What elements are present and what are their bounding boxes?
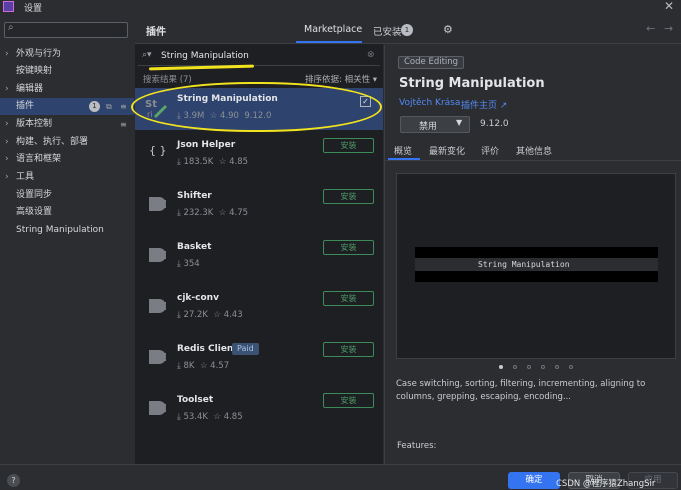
sidebar-item-languages[interactable]: › 语言和框架 (0, 151, 134, 168)
tab-reviews[interactable]: 评价 (481, 144, 499, 157)
chevron-right-icon: › (5, 154, 9, 164)
plug-icon (149, 401, 166, 415)
carousel-dot[interactable] (541, 365, 545, 369)
sidebar-item-plugins[interactable]: 插件 1 ⧉ ≡ (0, 98, 134, 115)
watermark: CSDN @程序猿ZhangSir (556, 479, 656, 489)
search-icon: ⌕ (8, 22, 14, 33)
tab-additional-info[interactable]: 其他信息 (516, 144, 552, 157)
sidebar-item-tools[interactable]: › 工具 (0, 169, 134, 186)
plugin-name: Basket (177, 242, 212, 252)
plugin-row-shifter[interactable]: Shifter ⤓ 232.3K ☆ 4.75 安装 (135, 185, 383, 235)
plugin-row-json-helper[interactable]: { } Json Helper ⤓ 183.5K ☆ 4.85 安装 (135, 134, 383, 184)
plugin-description: Case switching, sorting, filtering, incr… (396, 379, 646, 402)
vendor-link[interactable]: Vojtěch Krása (399, 98, 460, 108)
preview-bar (415, 247, 658, 258)
title-bar (0, 0, 681, 14)
plugin-meta: ⤓ 354 (177, 259, 200, 269)
tab-overview[interactable]: 概览 (394, 144, 412, 157)
plugin-version: 9.12.0 (480, 119, 509, 129)
tab-marketplace[interactable]: Marketplace (304, 24, 362, 35)
settings-list-icon: ≡ (120, 120, 127, 129)
plug-icon (149, 350, 166, 364)
tab-active-indicator (296, 41, 362, 43)
plug-icon (149, 197, 166, 211)
plugin-row-toolset[interactable]: Toolset ⤓ 53.4K ☆ 4.85 安装 (135, 389, 383, 439)
install-button[interactable]: 安装 (323, 291, 374, 306)
help-button[interactable]: ? (7, 474, 20, 487)
search-results-count: 搜索结果 (7) (143, 75, 192, 85)
sidebar-plugins-badge: 1 (89, 101, 100, 112)
page-title: 插件 (146, 27, 166, 38)
plugin-search-value: String Manipulation (161, 51, 249, 61)
gear-icon[interactable]: ⚙ (443, 23, 453, 36)
close-icon[interactable]: ✕ (664, 0, 674, 13)
disable-button-label: 禁用 (419, 122, 438, 132)
paid-badge: Paid (232, 343, 259, 355)
plugin-name: Toolset (177, 395, 214, 405)
settings-list-icon: ≡ (120, 102, 127, 111)
features-heading: Features: (397, 441, 437, 451)
install-button[interactable]: 安装 (323, 240, 374, 255)
plugin-meta: ⤓ 53.4K ☆ 4.85 (177, 412, 243, 422)
chevron-right-icon: › (5, 137, 9, 147)
forward-arrow-icon[interactable]: → (664, 22, 673, 35)
chevron-right-icon: › (5, 119, 9, 129)
plugin-name: Json Helper (177, 140, 236, 150)
divider (384, 160, 681, 161)
sidebar-item-editor[interactable]: › 编辑器 (0, 81, 134, 98)
window-title: 设置 (24, 4, 43, 14)
chevron-right-icon: › (5, 49, 9, 59)
tab-whats-new[interactable]: 最新变化 (429, 144, 465, 157)
plugin-row-basket[interactable]: Basket ⤓ 354 安装 (135, 236, 383, 286)
back-arrow-icon[interactable]: ← (646, 22, 655, 35)
category-tag[interactable]: Code Editing (398, 56, 465, 69)
plug-icon (149, 299, 166, 313)
sidebar-item-advanced[interactable]: 高级设置 (0, 204, 134, 221)
chevron-down-icon[interactable]: ▼ (456, 118, 462, 127)
homepage-link[interactable]: 插件主页 ↗ (461, 98, 507, 111)
search-icon: ⌕▾ (142, 50, 152, 60)
clear-search-icon[interactable]: ⊗ (367, 50, 375, 60)
app-logo-icon (3, 1, 14, 12)
install-button[interactable]: 安装 (323, 393, 374, 408)
carousel-dot[interactable] (569, 365, 573, 369)
plugin-meta: ⤓ 8K ☆ 4.57 (177, 361, 230, 371)
braces-icon: { } (149, 144, 167, 157)
chevron-right-icon: › (5, 172, 9, 182)
plugin-row-redis-client[interactable]: Redis Client Paid ⤓ 8K ☆ 4.57 安装 (135, 338, 383, 388)
plugin-name: Redis Client (177, 344, 238, 354)
preview-bar (415, 271, 658, 282)
sidebar-item-appearance[interactable]: › 外观与行为 (0, 46, 134, 63)
plugin-name: cjk-conv (177, 293, 219, 303)
sidebar-item-vcs[interactable]: › 版本控制 ≡ (0, 116, 134, 133)
sort-dropdown[interactable]: 排序依据: 相关性 ▾ (305, 73, 377, 85)
plugin-name: Shifter (177, 191, 212, 201)
plug-icon (149, 248, 166, 262)
tab-installed[interactable]: 已安装 (373, 24, 402, 38)
preview-caption: String Manipulation (478, 260, 570, 269)
plugin-meta: ⤓ 183.5K ☆ 4.85 (177, 157, 249, 167)
carousel-dot[interactable] (555, 365, 559, 369)
carousel-dot-active[interactable] (499, 365, 503, 369)
carousel-dot[interactable] (513, 365, 517, 369)
chevron-right-icon: › (5, 84, 9, 94)
plugin-meta: ⤓ 232.3K ☆ 4.75 (177, 208, 249, 218)
install-button[interactable]: 安装 (323, 189, 374, 204)
annotation-ellipse (131, 82, 382, 132)
ok-button[interactable]: 确定 (508, 472, 560, 489)
sidebar-item-build[interactable]: › 构建、执行、部署 (0, 134, 134, 151)
install-button[interactable]: 安装 (323, 342, 374, 357)
sidebar-item-string-manipulation[interactable]: String Manipulation (0, 222, 134, 239)
translate-icon: ⧉ (106, 102, 112, 111)
plugin-meta: ⤓ 27.2K ☆ 4.43 (177, 310, 243, 320)
sidebar-item-keymap[interactable]: 按键映射 (0, 63, 134, 80)
sidebar-item-settings-sync[interactable]: 设置同步 (0, 187, 134, 204)
carousel-dot[interactable] (527, 365, 531, 369)
installed-count-badge: 1 (401, 24, 413, 36)
plugin-detail-title: String Manipulation (399, 76, 545, 91)
plugin-row-cjk-conv[interactable]: cjk-conv ⤓ 27.2K ☆ 4.43 安装 (135, 287, 383, 337)
sidebar-search-input[interactable] (4, 22, 128, 38)
install-button[interactable]: 安装 (323, 138, 374, 153)
